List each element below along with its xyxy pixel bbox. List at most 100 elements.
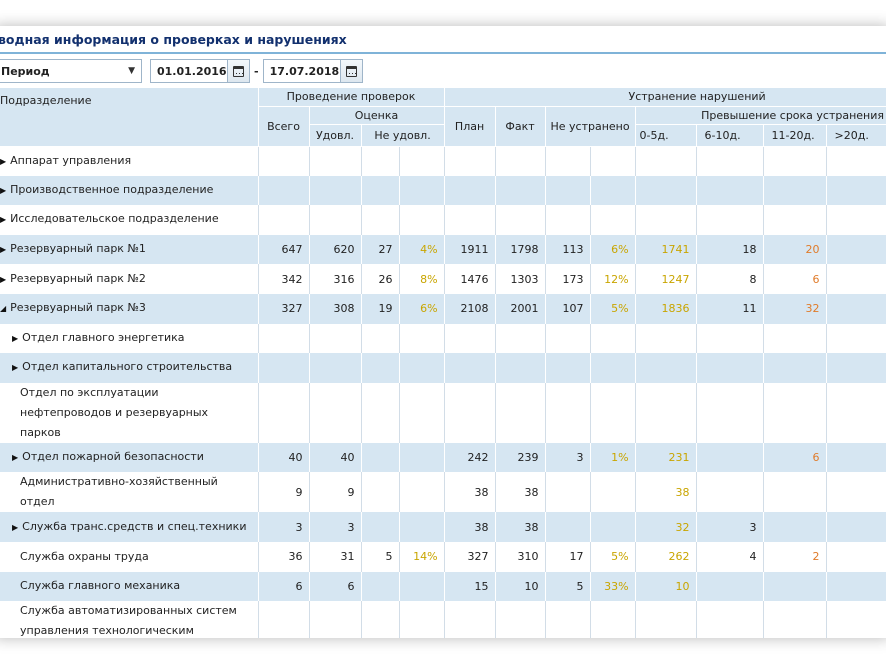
cell-subdivision[interactable]: ▶ Отдел капитального строительства — [0, 353, 259, 383]
cell-unsatisfactory-pct — [399, 146, 445, 176]
cell-11-20d — [763, 512, 827, 542]
table-row[interactable]: Служба охраны труда 36 31 5 14% 327 310 17 5% 262… — [0, 541, 886, 572]
caret-right-icon[interactable]: ▶ — [0, 152, 6, 172]
cell-not-eliminated — [545, 601, 591, 638]
subdivision-name: Служба автоматизированных систем управле… — [20, 604, 237, 638]
cell-subdivision[interactable]: ▶ Аппарат управления — [0, 146, 259, 176]
col-over-20d[interactable]: >20д. — [826, 124, 886, 147]
caret-right-icon[interactable]: ▶ — [0, 181, 6, 201]
table-row[interactable]: ▶ Отдел главного энергетика — [0, 323, 886, 354]
caret-right-icon[interactable]: ▶ — [12, 329, 18, 349]
table-row[interactable]: ▶ Исследовательское подразделение — [0, 205, 886, 235]
date-from-field[interactable]: 01.01.2016 — [150, 59, 250, 83]
cell-unsatisfactory-pct — [399, 353, 445, 383]
caret-right-icon[interactable]: ▶ — [0, 270, 6, 290]
cell-plan: 242 — [444, 442, 496, 473]
cell-fact: 239 — [495, 442, 546, 473]
cell-not-eliminated — [545, 382, 591, 443]
date-to-calendar-button[interactable] — [339, 60, 362, 82]
cell-subdivision[interactable]: ▶ Исследовательское подразделение — [0, 205, 259, 235]
cell-6-10d: 8 — [696, 264, 764, 294]
table-header: Подразделение Проведение проверок Устран… — [0, 88, 886, 147]
date-to-field[interactable]: 17.07.2018 — [262, 59, 363, 83]
cell-unsatisfactory-pct — [399, 472, 445, 513]
cell-unsatisfactory-pct — [399, 442, 445, 473]
cell-not-eliminated-pct: 1% — [590, 442, 636, 473]
cell-subdivision[interactable]: ▶ Отдел главного энергетика — [0, 323, 259, 354]
col-fact[interactable]: Факт — [495, 106, 546, 147]
cell-subdivision[interactable]: ▶ Служба транс.средств и спец.техники — [0, 512, 259, 542]
cell-total: 3 — [258, 512, 310, 542]
cell-unsatisfactory — [361, 146, 400, 176]
cell-0-5d — [635, 205, 697, 235]
cell-fact: 38 — [495, 472, 546, 513]
cell-11-20d — [763, 601, 827, 638]
cell-not-eliminated: 113 — [545, 234, 591, 265]
cell-satisfactory — [309, 382, 362, 443]
table-row[interactable]: ▶ Аппарат управления — [0, 146, 886, 176]
cell-total: 40 — [258, 442, 310, 473]
cell-unsatisfactory-pct — [399, 571, 445, 602]
col-not-eliminated[interactable]: Не устранено — [545, 106, 636, 147]
cell-unsatisfactory: 27 — [361, 234, 400, 265]
table-row[interactable]: ▶ Резервуарный парк №2 342 316 26 8% 1476 1303 1… — [0, 264, 886, 294]
cell-subdivision[interactable]: ◢ Резервуарный парк №3 — [0, 293, 259, 324]
cell-satisfactory: 3 — [309, 512, 362, 542]
col-total[interactable]: Всего — [258, 106, 310, 147]
table-row[interactable]: ▶ Отдел пожарной безопасности 40 40 242 239 3 1… — [0, 442, 886, 473]
caret-right-icon[interactable]: ▶ — [12, 518, 18, 538]
cell-plan: 327 — [444, 541, 496, 572]
cell-0-5d: 10 — [635, 571, 697, 602]
col-unsatisfactory[interactable]: Не удовл. — [361, 124, 445, 147]
col-11-20d[interactable]: 11-20д. — [763, 124, 827, 147]
cell-not-eliminated-pct — [590, 601, 636, 638]
cell-total: 6 — [258, 571, 310, 602]
col-0-5d[interactable]: 0-5д. — [635, 124, 697, 147]
cell-plan: 1911 — [444, 234, 496, 265]
cell-subdivision[interactable]: ▶ Отдел пожарной безопасности — [0, 442, 259, 473]
table-row[interactable]: ▶ Служба транс.средств и спец.техники 3 3 38… — [0, 512, 886, 542]
cell-plan: 38 — [444, 512, 496, 542]
cell-over-20d — [826, 601, 886, 638]
table-row[interactable]: ▶ Производственное подразделение — [0, 175, 886, 206]
cell-11-20d: 6 — [763, 264, 827, 294]
caret-right-icon[interactable]: ▶ — [0, 210, 6, 230]
caret-right-icon[interactable]: ▶ — [12, 358, 18, 378]
cell-over-20d: 5 — [826, 442, 886, 473]
col-satisfactory[interactable]: Удовл. — [309, 124, 362, 147]
col-plan[interactable]: План — [444, 106, 496, 147]
caret-right-icon[interactable]: ▶ — [0, 240, 6, 260]
cell-satisfactory — [309, 146, 362, 176]
cell-11-20d: 20 — [763, 234, 827, 265]
cell-subdivision[interactable]: ▶ Производственное подразделение — [0, 175, 259, 206]
cell-subdivision[interactable]: ▶ Резервуарный парк №2 — [0, 264, 259, 294]
period-select[interactable]: Период ▼ — [0, 59, 142, 83]
cell-total: 36 — [258, 541, 310, 572]
table-row[interactable]: Административно-хозяйственный отдел 9 9 38 3… — [0, 472, 886, 513]
cell-0-5d — [635, 146, 697, 176]
cell-total: 9 — [258, 472, 310, 513]
table-row[interactable]: ▶ Резервуарный парк №1 647 620 27 4% 1911 1798 1… — [0, 234, 886, 265]
cell-11-20d — [763, 323, 827, 354]
cell-over-20d — [826, 382, 886, 443]
table-row[interactable]: Отдел по эксплуатации нефтепроводов и ре… — [0, 382, 886, 443]
cell-subdivision[interactable]: ▶ Резервуарный парк №1 — [0, 234, 259, 265]
date-from-calendar-button[interactable] — [227, 60, 249, 82]
cell-unsatisfactory — [361, 442, 400, 473]
cell-6-10d — [696, 146, 764, 176]
caret-down-icon[interactable]: ◢ — [0, 299, 6, 319]
table-row[interactable]: Служба автоматизированных систем управле… — [0, 601, 886, 638]
table-row[interactable]: ◢ Резервуарный парк №3 327 308 19 6% 2108 2001 1… — [0, 293, 886, 324]
cell-not-eliminated-pct — [590, 472, 636, 513]
cell-not-eliminated — [545, 472, 591, 513]
cell-0-5d: 1836 — [635, 293, 697, 324]
col-6-10d[interactable]: 6-10д. — [696, 124, 764, 147]
col-subdivision[interactable]: Подразделение — [0, 88, 259, 147]
table-row[interactable]: ▶ Отдел капитального строительства — [0, 353, 886, 383]
cell-satisfactory — [309, 323, 362, 354]
cell-plan: 2108 — [444, 293, 496, 324]
cell-over-20d: 3 — [826, 512, 886, 542]
table-body: ▶ Аппарат управления ▶ Производственное под… — [0, 146, 886, 638]
table-row[interactable]: Служба главного механика661510533%105 — [0, 571, 886, 602]
caret-right-icon[interactable]: ▶ — [12, 448, 18, 468]
